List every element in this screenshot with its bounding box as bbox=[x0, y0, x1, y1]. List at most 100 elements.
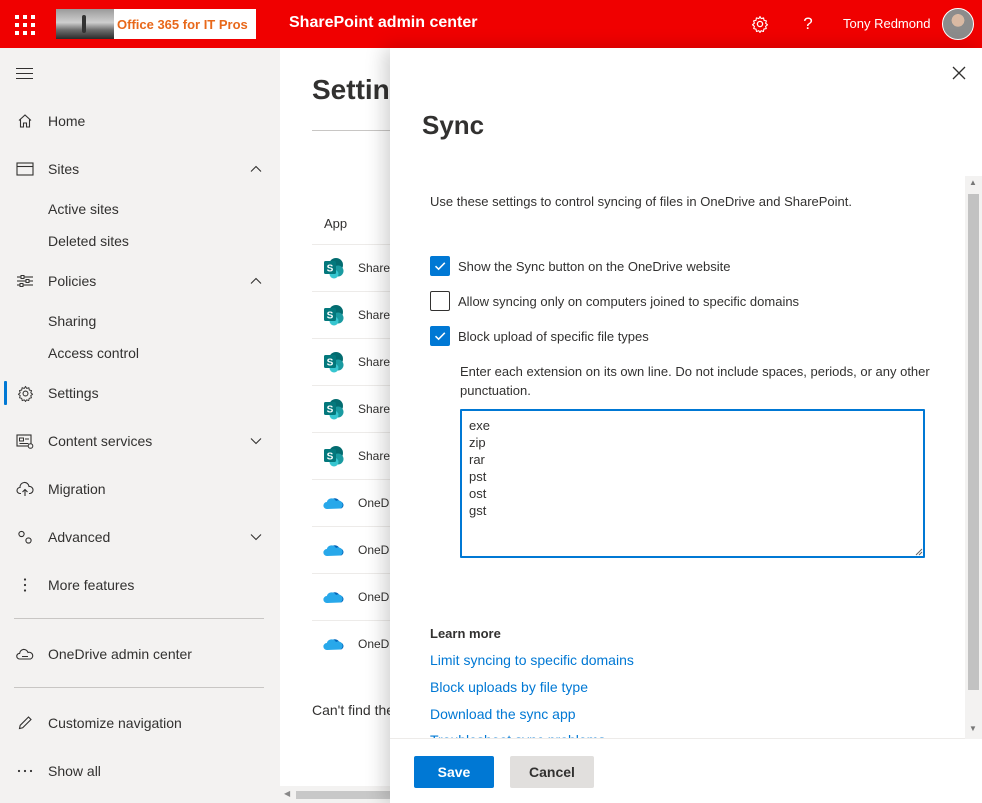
svg-text:S: S bbox=[327, 264, 334, 275]
sidebar-item-active-sites[interactable]: Active sites bbox=[48, 201, 119, 217]
nav-item-label: Policies bbox=[48, 273, 97, 289]
sites-icon bbox=[16, 160, 34, 178]
nav-item-label: More features bbox=[48, 577, 135, 593]
table-row[interactable]: S SharePoint bbox=[312, 291, 392, 338]
gear-icon bbox=[16, 384, 34, 402]
table-row[interactable]: S SharePoint bbox=[312, 432, 392, 479]
sharepoint-icon: S bbox=[322, 444, 346, 468]
top-bar: Office 365 for IT Pros SharePoint admin … bbox=[0, 0, 982, 48]
scrollbar-thumb[interactable] bbox=[968, 194, 979, 690]
content-services-icon bbox=[16, 432, 34, 450]
scroll-up-icon[interactable]: ▲ bbox=[969, 178, 977, 187]
close-icon[interactable] bbox=[948, 62, 970, 84]
nav-item-label: OneDrive admin center bbox=[48, 646, 192, 662]
resize-handle-icon[interactable] bbox=[915, 548, 923, 556]
scroll-left-icon[interactable]: ◀ bbox=[284, 789, 290, 798]
cant-find-text: Can't find the bbox=[312, 702, 390, 718]
checkbox-checked[interactable] bbox=[430, 256, 450, 276]
column-header-app[interactable]: App bbox=[324, 216, 347, 231]
save-button[interactable]: Save bbox=[414, 756, 494, 788]
app-name: OneDrive bbox=[358, 543, 392, 557]
show-sync-button-checkbox[interactable]: Show the Sync button on the OneDrive web… bbox=[430, 256, 730, 276]
nav-item-label: Home bbox=[48, 113, 86, 129]
user-name[interactable]: Tony Redmond bbox=[843, 16, 930, 31]
nav-divider bbox=[14, 687, 264, 688]
sidebar-item-access-control[interactable]: Access control bbox=[48, 345, 139, 361]
onedrive-icon bbox=[322, 491, 346, 515]
extension-help-text: Enter each extension on its own line. Do… bbox=[460, 364, 930, 398]
sync-panel: Sync Use these settings to control synci… bbox=[390, 48, 982, 803]
checkbox-label: Show the Sync button on the OneDrive web… bbox=[458, 258, 731, 274]
more-icon bbox=[16, 576, 34, 594]
cancel-button[interactable]: Cancel bbox=[510, 756, 594, 788]
nav-item-content-services[interactable]: Content services bbox=[0, 423, 280, 459]
sharepoint-icon: S bbox=[322, 256, 346, 280]
table-row[interactable]: S SharePoint bbox=[312, 385, 392, 432]
nav-item-sites[interactable]: Sites bbox=[0, 151, 280, 187]
allow-domain-sync-checkbox[interactable]: Allow syncing only on computers joined t… bbox=[430, 291, 799, 311]
hamburger-menu-icon[interactable] bbox=[16, 68, 33, 80]
chevron-down-icon[interactable] bbox=[248, 529, 264, 545]
avatar[interactable] bbox=[942, 8, 974, 40]
app-name: SharePoint bbox=[358, 308, 392, 322]
nav-item-onedrive-admin-center[interactable]: OneDrive admin center bbox=[0, 636, 280, 672]
app-name: OneDrive bbox=[358, 637, 392, 651]
nav-item-customize-navigation[interactable]: Customize navigation bbox=[0, 705, 280, 741]
link-limit-syncing[interactable]: Limit syncing to specific domains bbox=[430, 652, 634, 668]
org-logo[interactable]: Office 365 for IT Pros bbox=[56, 9, 256, 39]
chevron-up-icon[interactable] bbox=[248, 273, 264, 289]
nav-item-policies[interactable]: Policies bbox=[0, 263, 280, 299]
nav-item-settings[interactable]: Settings bbox=[0, 375, 280, 411]
app-launcher-icon[interactable] bbox=[12, 12, 36, 36]
sidebar-item-sharing[interactable]: Sharing bbox=[48, 313, 96, 329]
table-row[interactable]: OneDrive bbox=[312, 573, 392, 620]
sharepoint-icon: S bbox=[322, 350, 346, 374]
onedrive-icon bbox=[322, 632, 346, 656]
help-icon[interactable]: ? bbox=[796, 12, 820, 36]
nav-item-label: Content services bbox=[48, 433, 153, 449]
panel-title: Sync bbox=[422, 110, 485, 140]
checkbox-unchecked[interactable] bbox=[430, 291, 450, 311]
panel-footer: Save Cancel bbox=[390, 738, 965, 803]
app-title[interactable]: SharePoint admin center bbox=[289, 14, 478, 32]
table-row[interactable]: OneDrive bbox=[312, 479, 392, 526]
nav-item-more-features[interactable]: More features bbox=[0, 567, 280, 603]
scrollbar-thumb[interactable] bbox=[296, 791, 390, 799]
svg-text:S: S bbox=[327, 358, 334, 369]
table-row[interactable]: S SharePoint bbox=[312, 338, 392, 385]
checkbox-label: Allow syncing only on computers joined t… bbox=[458, 293, 800, 309]
nav-item-show-all[interactable]: Show all bbox=[0, 753, 280, 789]
block-file-types-checkbox[interactable]: Block upload of specific file types bbox=[430, 326, 649, 346]
scroll-down-icon[interactable]: ▼ bbox=[969, 724, 977, 733]
link-block-uploads[interactable]: Block uploads by file type bbox=[430, 679, 588, 695]
checkbox-checked[interactable] bbox=[430, 326, 450, 346]
nav-item-migration[interactable]: Migration bbox=[0, 471, 280, 507]
nav-item-label: Migration bbox=[48, 481, 106, 497]
onedrive-icon bbox=[322, 585, 346, 609]
blocked-extensions-textarea[interactable] bbox=[460, 409, 925, 558]
table-row[interactable]: OneDrive bbox=[312, 526, 392, 573]
ellipsis-icon bbox=[16, 762, 34, 780]
nav-item-home[interactable]: Home bbox=[0, 103, 280, 139]
chevron-up-icon[interactable] bbox=[248, 161, 264, 177]
nav-item-label: Show all bbox=[48, 763, 101, 779]
vertical-scrollbar[interactable]: ▲ ▼ bbox=[965, 176, 982, 739]
nav-divider bbox=[14, 618, 264, 619]
table-row[interactable]: OneDrive bbox=[312, 620, 392, 667]
app-name: OneDrive bbox=[358, 590, 392, 604]
panel-intro: Use these settings to control syncing of… bbox=[430, 194, 852, 209]
link-download-sync-app[interactable]: Download the sync app bbox=[430, 706, 576, 722]
sidebar-item-deleted-sites[interactable]: Deleted sites bbox=[48, 233, 129, 249]
sharepoint-icon: S bbox=[322, 303, 346, 327]
gear-icon[interactable] bbox=[748, 12, 772, 36]
policies-icon bbox=[16, 272, 34, 290]
app-name: SharePoint bbox=[358, 402, 392, 416]
page-title: Settin bbox=[312, 74, 390, 105]
table-row[interactable]: S SharePoint bbox=[312, 244, 392, 291]
home-icon bbox=[16, 112, 34, 130]
horizontal-scrollbar[interactable]: ◀ bbox=[280, 786, 390, 803]
chevron-down-icon[interactable] bbox=[248, 433, 264, 449]
onedrive-icon bbox=[322, 538, 346, 562]
nav-item-advanced[interactable]: Advanced bbox=[0, 519, 280, 555]
learn-more-heading: Learn more bbox=[430, 626, 501, 641]
